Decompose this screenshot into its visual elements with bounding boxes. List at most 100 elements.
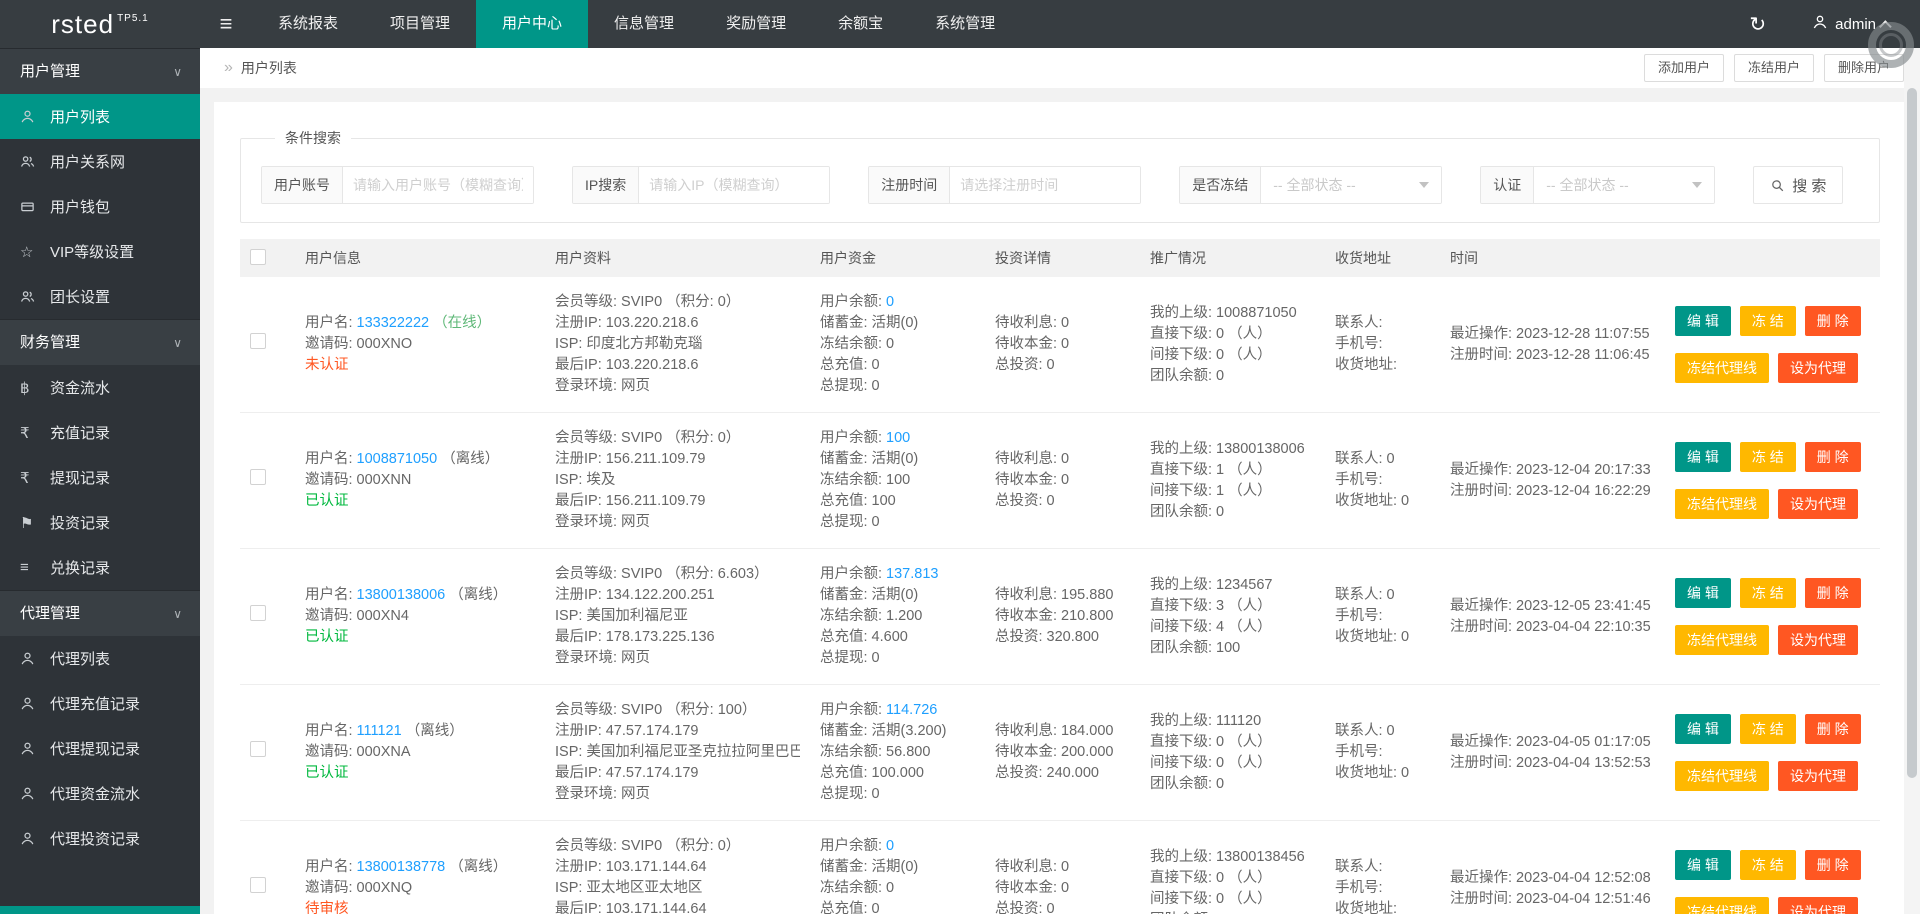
cell-user-info: 用户名: 13800138778 （离线） 邀请码: 000XNQ 待审核 — [295, 820, 545, 914]
search-button[interactable]: 搜 索 — [1753, 166, 1844, 204]
delete-button[interactable]: 删 除 — [1804, 714, 1861, 744]
sidebar-group-title[interactable]: 用户管理 ∨ — [0, 48, 200, 94]
total-withdraw: 0 — [871, 378, 880, 394]
sidebar-item[interactable]: ≡ 兑换记录 — [0, 545, 200, 590]
sidebar-item[interactable]: ⚑ 投资记录 — [0, 500, 200, 545]
ip-input[interactable] — [639, 167, 830, 203]
isp: 美国加利福尼亚 — [586, 608, 688, 624]
username-link[interactable]: 1008871050 — [357, 451, 438, 467]
topbar-menu-item[interactable]: 系统报表 — [252, 0, 364, 48]
set-agent-button[interactable]: 设为代理 — [1778, 353, 1858, 383]
contact: 0 — [1386, 587, 1395, 603]
edit-button[interactable]: 编 辑 — [1675, 578, 1731, 608]
edit-button[interactable]: 编 辑 — [1675, 306, 1731, 336]
freeze-select[interactable]: -- 全部状态 -- — [1261, 167, 1442, 203]
col-header-actions — [1665, 239, 1880, 277]
hamburger-icon[interactable]: ≡ — [200, 0, 252, 48]
sidebar-item[interactable]: 用户关系网 — [0, 139, 200, 184]
freeze-agent-line-button[interactable]: 冻结代理线 — [1675, 353, 1769, 383]
set-agent-button[interactable]: 设为代理 — [1778, 761, 1858, 791]
page-title: 用户列表 — [240, 60, 297, 76]
main-content: » 用户列表 添加用户 冻结用户 删除用户 条件搜索 用户账号 IP搜索 注册时… — [200, 0, 1920, 914]
freeze-button[interactable]: 冻 结 — [1739, 442, 1796, 472]
username-link[interactable]: 111121 — [357, 723, 402, 739]
field-label: 总充值: — [820, 357, 868, 373]
sidebar-item[interactable]: ฿ 资金流水 — [0, 365, 200, 410]
sidebar-item[interactable]: 用户列表 — [0, 94, 200, 139]
register-time: 2023-04-04 12:51:46 — [1516, 890, 1651, 907]
cert-select[interactable]: -- 全部状态 -- — [1534, 167, 1715, 203]
sidebar-item-label: 投资记录 — [50, 515, 111, 532]
edit-button[interactable]: 编 辑 — [1675, 850, 1731, 880]
edit-button[interactable]: 编 辑 — [1675, 442, 1731, 472]
sidebar-item[interactable]: 团长设置 — [0, 274, 200, 319]
list-icon: ≡ — [20, 559, 29, 576]
edit-button[interactable]: 编 辑 — [1675, 714, 1731, 744]
row-checkbox[interactable] — [250, 877, 266, 893]
freeze-button[interactable]: 冻 结 — [1739, 578, 1796, 608]
frozen-balance: 100 — [886, 472, 911, 488]
delete-button[interactable]: 删 除 — [1804, 850, 1861, 880]
set-agent-button[interactable]: 设为代理 — [1778, 625, 1858, 655]
field-label: 注册IP: — [555, 859, 602, 875]
total-recharge: 0 — [871, 357, 880, 373]
login-env: 网页 — [621, 378, 651, 394]
freeze-agent-line-button[interactable]: 冻结代理线 — [1675, 897, 1769, 914]
savings: 活期(0) — [871, 859, 919, 875]
cell-user-profile: 会员等级: SVIP0 （积分: 0） 注册IP: 103.171.144.64 I… — [545, 820, 810, 914]
sidebar-item[interactable]: 代理列表 — [0, 636, 200, 681]
row-checkbox[interactable] — [250, 333, 266, 349]
topbar-menu-item[interactable]: 信息管理 — [588, 0, 700, 48]
topbar-menu-item[interactable]: 余额宝 — [812, 0, 909, 48]
sidebar-item[interactable]: 代理资金流水 — [0, 771, 200, 816]
add-user-button[interactable]: 添加用户 — [1643, 54, 1724, 82]
sidebar-item[interactable]: 代理充值记录 — [0, 681, 200, 726]
freeze-agent-line-button[interactable]: 冻结代理线 — [1675, 625, 1769, 655]
freeze-agent-line-button[interactable]: 冻结代理线 — [1675, 761, 1769, 791]
row-checkbox[interactable] — [250, 741, 266, 757]
field-label: 注册时间: — [1450, 754, 1513, 771]
cell-user-funds: 用户余额:0 储蓄金:活期(0) 冻结余额:0 总充值:0 总提现:0 — [810, 277, 985, 413]
last-operate-time: 2023-12-04 20:17:33 — [1516, 461, 1651, 478]
sidebar-item-label: 用户列表 — [50, 109, 111, 126]
regtime-input[interactable] — [950, 167, 1141, 203]
row-checkbox[interactable] — [250, 605, 266, 621]
sidebar-group-title[interactable]: 财务管理 ∨ — [0, 319, 200, 365]
freeze-agent-line-button[interactable]: 冻结代理线 — [1675, 489, 1769, 519]
field-label: 联系人: — [1335, 587, 1383, 603]
sidebar-item[interactable]: ₹ 提现记录 — [0, 455, 200, 500]
row-checkbox[interactable] — [250, 469, 266, 485]
field-label: 直接下级: — [1150, 325, 1213, 342]
set-agent-button[interactable]: 设为代理 — [1778, 489, 1858, 519]
sidebar-item[interactable]: ☆ VIP等级设置 — [0, 229, 200, 274]
account-input[interactable] — [343, 167, 533, 203]
scrollbar-thumb[interactable] — [1907, 88, 1917, 778]
username-link[interactable]: 133322222 — [357, 315, 430, 331]
delete-button[interactable]: 删 除 — [1804, 578, 1861, 608]
field-label: 直接下级: — [1150, 597, 1213, 614]
freeze-button[interactable]: 冻 结 — [1739, 850, 1796, 880]
set-agent-button[interactable]: 设为代理 — [1778, 897, 1858, 914]
sidebar-group-title[interactable]: 代理管理 ∨ — [0, 590, 200, 636]
field-label: 最近操作: — [1450, 325, 1513, 342]
freeze-button[interactable]: 冻 结 — [1739, 306, 1796, 336]
delete-button[interactable]: 删 除 — [1804, 442, 1861, 472]
sidebar-item[interactable]: 代理投资记录 — [0, 816, 200, 861]
sidebar-item[interactable]: ₹ 充值记录 — [0, 410, 200, 455]
select-all-checkbox[interactable] — [250, 248, 266, 265]
username-link[interactable]: 13800138778 — [357, 859, 446, 875]
refresh-icon[interactable]: ↻ — [1749, 12, 1766, 37]
sidebar: 用户管理 ∨ 用户列表用户关系网 用户钱包 ☆ VIP等级设置 团长设置 财务管理 ∨ ฿ 资金流水… — [0, 48, 200, 914]
topbar-menu-item[interactable]: 项目管理 — [364, 0, 476, 48]
freeze-button[interactable]: 冻 结 — [1739, 714, 1796, 744]
topbar-menu-item[interactable]: 奖励管理 — [700, 0, 812, 48]
sidebar-item[interactable]: 用户钱包 — [0, 184, 200, 229]
sidebar-item[interactable]: 代理提现记录 — [0, 726, 200, 771]
topbar-menu-item[interactable]: 用户中心 — [476, 0, 589, 48]
topbar-menu-item[interactable]: 系统管理 — [909, 0, 1021, 48]
pending-principal: 0 — [1061, 472, 1070, 488]
delete-button[interactable]: 删 除 — [1804, 306, 1861, 336]
user-balance: 0 — [886, 294, 895, 310]
freeze-user-button[interactable]: 冻结用户 — [1733, 54, 1814, 82]
username-link[interactable]: 13800138006 — [357, 587, 446, 603]
